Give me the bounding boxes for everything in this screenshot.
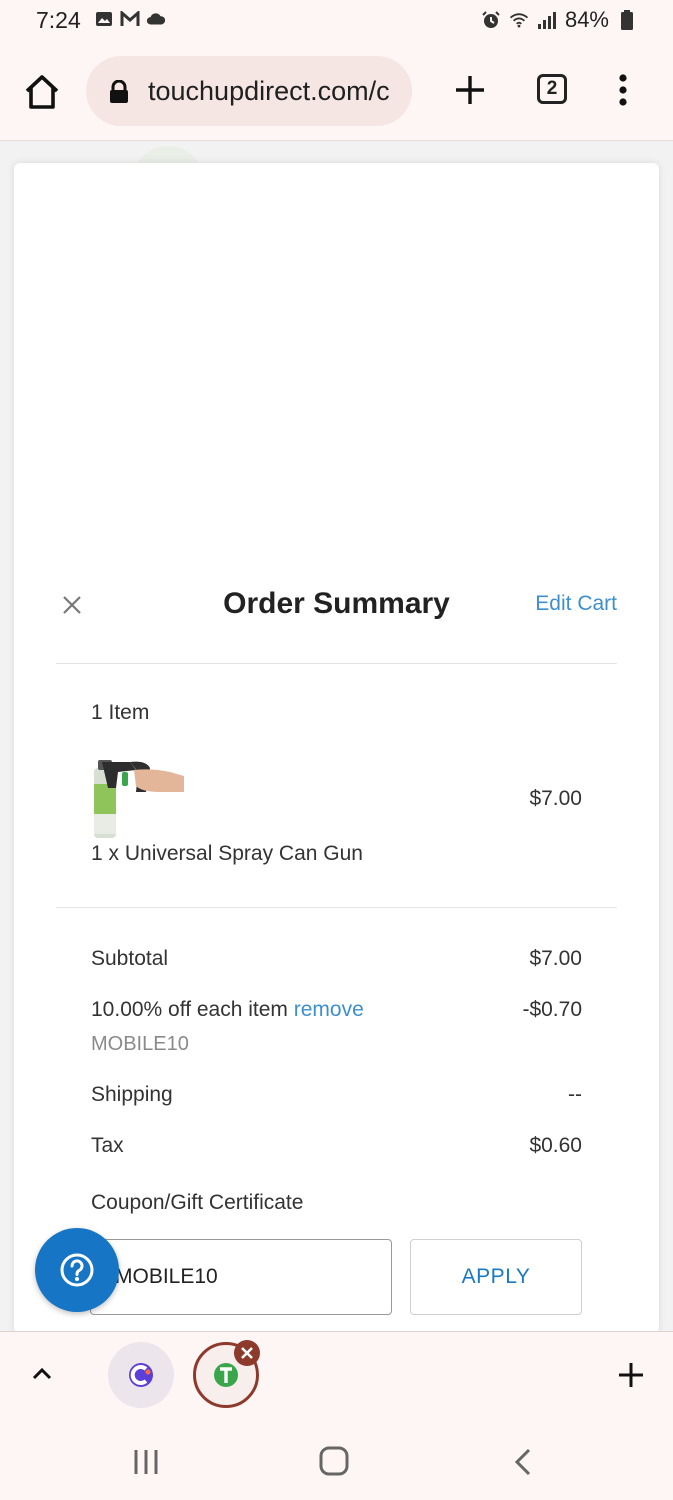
close-icon: [241, 1347, 253, 1359]
tab-group-bar: [0, 1331, 673, 1418]
discount-row: 10.00% off each item remove: [91, 998, 364, 1022]
expand-tabs-button[interactable]: [30, 1362, 54, 1386]
home-button[interactable]: [22, 72, 62, 112]
remove-coupon-link[interactable]: remove: [294, 998, 364, 1021]
url-text: touchupdirect.com/c: [148, 76, 390, 106]
battery-percent: 84%: [564, 7, 609, 32]
recent-apps-button[interactable]: [132, 1448, 160, 1481]
recent-apps-icon: [134, 1450, 158, 1474]
wifi-icon: [509, 11, 529, 29]
nav-home-button[interactable]: [319, 1446, 349, 1481]
discount-value: -$0.70: [522, 998, 582, 1021]
new-tab-button[interactable]: [452, 72, 488, 108]
system-status: 84%: [481, 7, 637, 33]
system-navigation-bar: [0, 1418, 673, 1500]
nav-back-button[interactable]: [513, 1448, 533, 1481]
back-chevron-icon: [514, 1448, 531, 1476]
shipping-label: Shipping: [91, 1083, 173, 1106]
gallery-icon: [94, 10, 114, 28]
item-name: 1 x Universal Spray Can Gun: [91, 842, 363, 865]
c-logo-icon: [129, 1363, 153, 1387]
tab-favicon-c[interactable]: [108, 1342, 174, 1408]
battery-icon: [617, 10, 637, 30]
browser-toolbar: touchupdirect.com/c 2: [0, 40, 673, 141]
subtotal-label: Subtotal: [91, 947, 169, 970]
divider: [56, 663, 617, 664]
address-bar[interactable]: touchupdirect.com/c: [86, 56, 412, 126]
apply-coupon-button[interactable]: APPLY: [410, 1239, 582, 1315]
lock-icon: [108, 79, 130, 109]
more-vert-icon: [619, 74, 627, 106]
close-tab-button[interactable]: [234, 1340, 260, 1366]
coupon-label: Coupon/Gift Certificate: [91, 1191, 304, 1214]
question-circle-icon: [60, 1253, 94, 1287]
discount-label: 10.00% off each item: [91, 998, 288, 1021]
help-button[interactable]: [35, 1228, 119, 1312]
chevron-up-icon: [32, 1367, 52, 1380]
gmail-icon: [120, 10, 140, 28]
alarm-icon: [481, 11, 501, 29]
order-summary-panel: Order Summary Edit Cart 1 Item $7.00 1 x…: [14, 163, 659, 1333]
add-tab-button[interactable]: [618, 1362, 644, 1388]
signal-icon: [537, 11, 557, 29]
item-price: $7.00: [529, 787, 582, 810]
plus-icon: [619, 1363, 643, 1387]
status-bar: 7:24 84%: [0, 0, 673, 40]
edit-cart-link[interactable]: Edit Cart: [535, 592, 617, 616]
tab-switcher-button[interactable]: 2: [537, 74, 567, 104]
status-time: 7:24: [36, 7, 81, 33]
shipping-value: --: [568, 1083, 582, 1106]
plus-icon: [456, 76, 484, 104]
divider: [56, 907, 617, 908]
subtotal-value: $7.00: [529, 947, 582, 970]
cloud-icon: [146, 10, 166, 28]
browser-menu-button[interactable]: [616, 72, 630, 108]
tax-label: Tax: [91, 1134, 124, 1157]
tax-value: $0.60: [529, 1134, 582, 1157]
coupon-input[interactable]: [90, 1239, 392, 1315]
notification-icons: [94, 10, 166, 28]
home-square-icon: [319, 1446, 349, 1476]
home-icon: [25, 75, 59, 109]
product-image: [90, 758, 186, 840]
item-count: 1 Item: [91, 701, 150, 724]
discount-code: MOBILE10: [91, 1033, 189, 1055]
